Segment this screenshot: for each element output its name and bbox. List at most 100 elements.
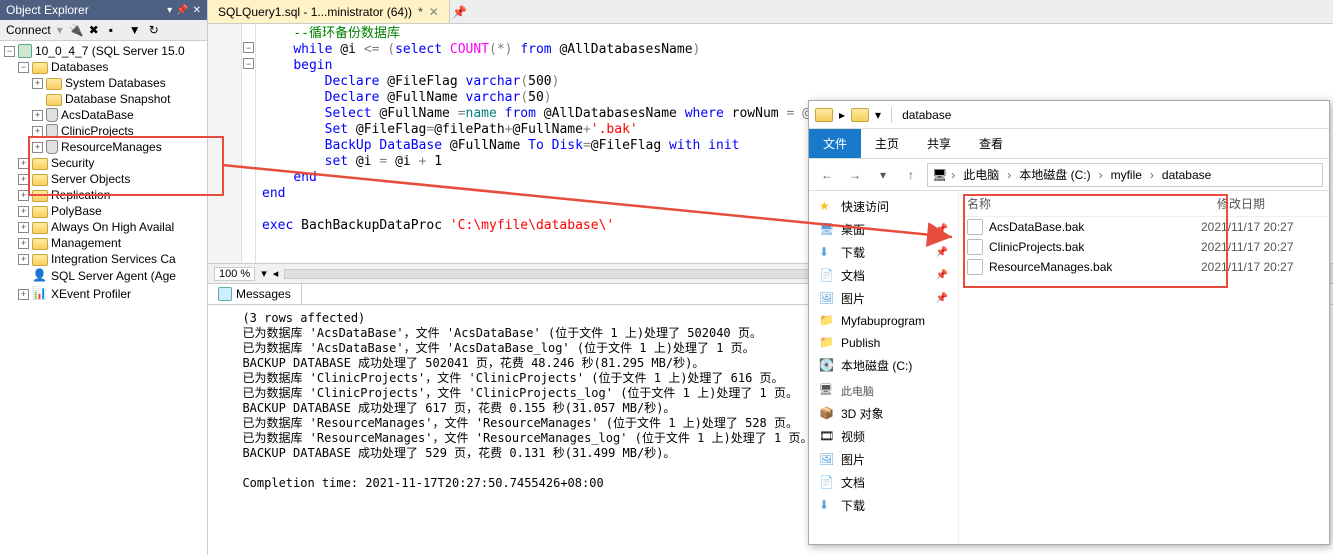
up-button[interactable]: ↑ — [899, 163, 923, 187]
desktop-item[interactable]: 🖥桌面📌 — [809, 218, 958, 241]
back-button[interactable]: ← — [815, 163, 839, 187]
refresh-icon[interactable]: ↻ — [149, 23, 163, 37]
video-item[interactable]: 🎞视频 — [809, 425, 958, 448]
stop-icon[interactable]: ▪ — [109, 23, 123, 37]
3d-objects-item[interactable]: 📦3D 对象 — [809, 402, 958, 425]
document-icon: 📄 — [819, 475, 835, 491]
file-row[interactable]: ResourceManages.bak2021/11/17 20:27 — [959, 257, 1329, 277]
quick-access[interactable]: ★快速访问 — [809, 195, 958, 218]
explorer-titlebar[interactable]: ▸ ▾ database — [809, 101, 1329, 129]
documents2-item[interactable]: 📄文档 — [809, 471, 958, 494]
explorer-sidebar[interactable]: ★快速访问 🖥桌面📌 ⬇下载📌 📄文档📌 🖼图片📌 📁Myfabuprogram… — [809, 191, 959, 544]
downloads-item[interactable]: ⬇下载📌 — [809, 241, 958, 264]
thispc-section[interactable]: 🖥此电脑 — [809, 377, 958, 402]
databases-node[interactable]: −Databases — [0, 59, 207, 75]
close-icon[interactable]: ✕ — [193, 5, 201, 16]
close-tab-icon[interactable]: ✕ — [429, 5, 439, 19]
publish-item[interactable]: 📁Publish — [809, 332, 958, 354]
pictures-item[interactable]: 🖼图片📌 — [809, 287, 958, 310]
crumb-disk[interactable]: 本地磁盘 (C:) — [1015, 166, 1094, 183]
object-tree[interactable]: −10_0_4_7 (SQL Server 15.0 −Databases +S… — [0, 41, 207, 555]
3d-icon: 📦 — [819, 406, 835, 422]
clinicprojects-node[interactable]: +ClinicProjects — [0, 123, 207, 139]
address-bar[interactable]: 🖥 此电脑 本地磁盘 (C:) myfile database — [927, 163, 1323, 187]
folder-icon — [32, 254, 48, 266]
myfabu-item[interactable]: 📁Myfabuprogram — [809, 310, 958, 332]
dropdown-icon[interactable]: ▾ — [875, 108, 881, 122]
picture-icon: 🖼 — [819, 291, 835, 307]
xevent-profiler-node[interactable]: +📊XEvent Profiler — [0, 285, 207, 303]
database-snapshots-node[interactable]: Database Snapshot — [0, 91, 207, 107]
folder-icon — [46, 78, 62, 90]
messages-tab[interactable]: Messages — [208, 284, 302, 304]
integration-services-node[interactable]: +Integration Services Ca — [0, 251, 207, 267]
column-headers[interactable]: 名称 修改日期 — [959, 191, 1329, 217]
col-name[interactable]: 名称 — [959, 191, 1209, 216]
disconnect-icon[interactable]: ✖ — [89, 23, 103, 37]
connect-toolbar: Connect ▾ 🔌 ✖ ▪ ▼ ↻ — [0, 20, 207, 41]
acsdatabase-node[interactable]: +AcsDataBase — [0, 107, 207, 123]
file-icon — [967, 219, 983, 235]
explorer-ribbon: 文件 主页 共享 查看 — [809, 129, 1329, 159]
home-menu[interactable]: 主页 — [861, 129, 913, 158]
file-date: 2021/11/17 20:27 — [1201, 260, 1321, 274]
tab-pin-icon[interactable]: 📌 — [450, 0, 470, 23]
line-gutter — [208, 24, 242, 263]
server-objects-node[interactable]: +Server Objects — [0, 171, 207, 187]
pin-icon: 📌 — [936, 224, 948, 235]
pictures2-item[interactable]: 🖼图片 — [809, 448, 958, 471]
file-row[interactable]: ClinicProjects.bak2021/11/17 20:27 — [959, 237, 1329, 257]
system-databases-node[interactable]: +System Databases — [0, 75, 207, 91]
share-menu[interactable]: 共享 — [913, 129, 965, 158]
file-menu[interactable]: 文件 — [809, 129, 861, 158]
management-node[interactable]: +Management — [0, 235, 207, 251]
file-explorer-window[interactable]: ▸ ▾ database 文件 主页 共享 查看 ← → ▾ ↑ 🖥 此电脑 本… — [808, 100, 1330, 545]
file-row[interactable]: AcsDataBase.bak2021/11/17 20:27 — [959, 217, 1329, 237]
picture-icon: 🖼 — [819, 452, 835, 468]
zoom-dropdown[interactable]: 100 % — [214, 267, 255, 281]
zoom-down-icon[interactable]: ▾ — [261, 267, 267, 280]
object-explorer-title-label: Object Explorer — [6, 3, 89, 17]
resourcemanages-node[interactable]: +ResourceManages — [0, 139, 207, 155]
file-list[interactable]: 名称 修改日期 AcsDataBase.bak2021/11/17 20:27 … — [959, 191, 1329, 544]
server-node[interactable]: −10_0_4_7 (SQL Server 15.0 — [0, 43, 207, 59]
fold-marker[interactable]: − — [243, 58, 254, 69]
sql-query-tab[interactable]: SQLQuery1.sql - 1...ministrator (64)) * … — [208, 0, 450, 23]
file-icon — [967, 239, 983, 255]
downloads2-item[interactable]: ⬇下载 — [809, 494, 958, 517]
security-node[interactable]: +Security — [0, 155, 207, 171]
folder-icon — [46, 94, 62, 106]
pin-icon: 📌 — [936, 270, 948, 281]
pin-icon[interactable]: 📌 — [176, 5, 188, 16]
crumb-database[interactable]: database — [1158, 168, 1215, 182]
connect-icon[interactable]: 🔌 — [69, 23, 83, 37]
dropdown-icon[interactable]: ▾ — [167, 5, 172, 16]
col-date[interactable]: 修改日期 — [1209, 191, 1329, 216]
view-menu[interactable]: 查看 — [965, 129, 1017, 158]
pc-icon: 🖥 — [932, 168, 947, 182]
database-icon — [46, 124, 58, 138]
editor-tabs: SQLQuery1.sql - 1...ministrator (64)) * … — [208, 0, 1333, 24]
scroll-left-icon[interactable]: ◂ — [273, 267, 279, 280]
replication-node[interactable]: +Replication — [0, 187, 207, 203]
forward-button[interactable]: → — [843, 163, 867, 187]
folder-icon — [32, 222, 48, 234]
document-icon: 📄 — [819, 268, 835, 284]
tab-label: SQLQuery1.sql - 1...ministrator (64)) — [218, 5, 412, 19]
localdisk-item[interactable]: 💽本地磁盘 (C:) — [809, 354, 958, 377]
alwayson-node[interactable]: +Always On High Availal — [0, 219, 207, 235]
crumb-pc[interactable]: 此电脑 — [959, 166, 1003, 183]
fold-gutter[interactable]: − − — [242, 24, 256, 263]
folder-icon — [851, 108, 869, 122]
filter-icon[interactable]: ▼ — [129, 23, 143, 37]
fold-marker[interactable]: − — [243, 42, 254, 53]
folder-icon — [32, 238, 48, 250]
connect-label[interactable]: Connect — [6, 23, 51, 37]
recent-button[interactable]: ▾ — [871, 163, 895, 187]
file-icon — [967, 259, 983, 275]
pin-icon: 📌 — [936, 247, 948, 258]
documents-item[interactable]: 📄文档📌 — [809, 264, 958, 287]
sql-agent-node[interactable]: 👤SQL Server Agent (Age — [0, 267, 207, 285]
polybase-node[interactable]: +PolyBase — [0, 203, 207, 219]
crumb-myfile[interactable]: myfile — [1107, 168, 1146, 182]
